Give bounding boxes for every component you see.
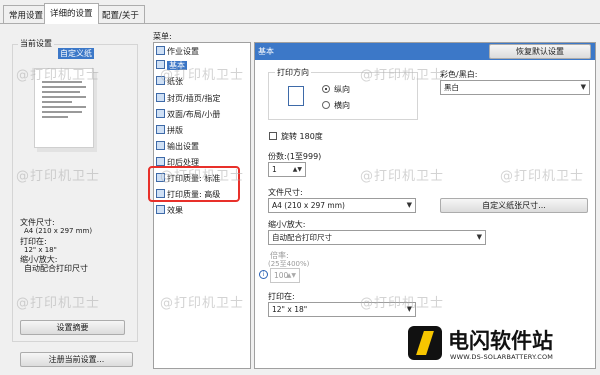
- print-on-label: 打印在:: [268, 292, 295, 301]
- scaling-label: 缩小/放大:: [268, 220, 306, 229]
- menu-item-job-settings[interactable]: 作业设置: [156, 45, 199, 58]
- effects-icon: [156, 205, 165, 214]
- restore-defaults-button[interactable]: 恢复默认设置: [489, 44, 591, 59]
- menu-label: 菜单:: [153, 32, 172, 41]
- info-icon: i: [259, 270, 268, 279]
- imposition-icon: [156, 125, 165, 134]
- lightning-logo-icon: [408, 326, 442, 360]
- brand-logo-overlay: 电闪软件站 WWW.DS-SOLARBATTERY.COM: [408, 322, 594, 370]
- quality-highlight-box: [148, 166, 240, 202]
- job-settings-icon: [156, 46, 165, 55]
- portrait-radio[interactable]: [322, 85, 330, 93]
- portrait-label: 纵向: [334, 85, 350, 94]
- paper-size-value: A4 (210 x 297 mm): [272, 201, 345, 210]
- summary-scaling-value: 自动配合打印尺寸: [24, 264, 88, 273]
- brand-name: 电闪软件站: [448, 329, 553, 353]
- copies-value: 1: [272, 165, 277, 174]
- copies-stepper[interactable]: 1 ▲▼: [268, 162, 306, 177]
- menu-item-paper[interactable]: 纸张: [156, 75, 183, 88]
- color-mode-select[interactable]: 黑白 ▼: [440, 80, 590, 95]
- duplex-icon: [156, 109, 165, 118]
- current-settings-legend: 当前设置: [18, 38, 54, 49]
- orientation-legend: 打印方向: [275, 67, 311, 78]
- print-on-select[interactable]: 12" x 18" ▼: [268, 302, 416, 317]
- paper-size-select[interactable]: A4 (210 x 297 mm) ▼: [268, 198, 416, 213]
- scaling-select[interactable]: 自动配合打印尺寸 ▼: [268, 230, 486, 245]
- tab-detailed-settings[interactable]: 详细的设置: [44, 3, 99, 24]
- color-mode-label: 彩色/黑白:: [440, 70, 478, 79]
- menu-tree: 作业设置 基本 纸张 封页/插页/指定 双面/布局/小册 拼版 输出设置 印后处…: [153, 42, 251, 369]
- menu-item-effects[interactable]: 效果: [156, 204, 183, 217]
- menu-item-output[interactable]: 输出设置: [156, 140, 199, 153]
- output-icon: [156, 141, 165, 150]
- landscape-radio[interactable]: [322, 101, 330, 109]
- paper-icon: [156, 76, 165, 85]
- copies-label: 份数:(1至999): [268, 152, 322, 161]
- rotate-180-checkbox[interactable]: [269, 132, 277, 140]
- landscape-label: 横向: [334, 101, 350, 110]
- tab-common-settings[interactable]: 常用设置: [3, 5, 50, 23]
- basic-icon: [156, 60, 165, 69]
- paper-size-label: 文件尺寸:: [268, 188, 303, 197]
- tab-config-about[interactable]: 配置/关于: [96, 5, 145, 23]
- color-mode-value: 黑白: [444, 83, 459, 92]
- zoom-stepper[interactable]: 100 ▲▼: [270, 268, 300, 283]
- brand-url: WWW.DS-SOLARBATTERY.COM: [450, 353, 554, 361]
- preview-caption: 自定义纸: [58, 48, 94, 59]
- register-settings-button[interactable]: 注册当前设置...: [20, 352, 133, 367]
- custom-paper-size-button[interactable]: 自定义纸张尺寸...: [440, 198, 588, 213]
- scaling-value: 自动配合打印尺寸: [272, 233, 332, 242]
- menu-item-imposition[interactable]: 拼版: [156, 124, 183, 137]
- menu-item-cover[interactable]: 封页/插页/指定: [156, 92, 220, 105]
- summary-paper-size-value: A4 (210 x 297 mm): [24, 227, 93, 235]
- menu-item-basic[interactable]: 基本: [156, 59, 187, 72]
- preview-page: [34, 68, 94, 148]
- rotate-180-label: 旋转 180度: [281, 132, 323, 141]
- cover-icon: [156, 93, 165, 102]
- settings-summary-button[interactable]: 设置摘要: [20, 320, 125, 335]
- portrait-page-icon: [288, 86, 304, 106]
- finishing-icon: [156, 157, 165, 166]
- print-on-value: 12" x 18": [272, 305, 308, 314]
- menu-item-duplex[interactable]: 双面/布局/小册: [156, 108, 220, 121]
- summary-print-on-value: 12" x 18": [24, 246, 57, 254]
